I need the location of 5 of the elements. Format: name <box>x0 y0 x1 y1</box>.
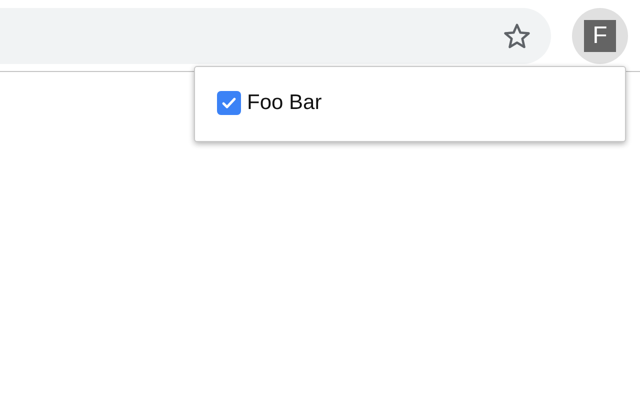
checkbox-label: Foo Bar <box>247 91 322 115</box>
checkbox[interactable] <box>217 91 241 115</box>
extension-button[interactable]: F <box>572 8 628 64</box>
extension-letter-icon: F <box>584 20 616 52</box>
star-icon[interactable] <box>503 22 531 50</box>
